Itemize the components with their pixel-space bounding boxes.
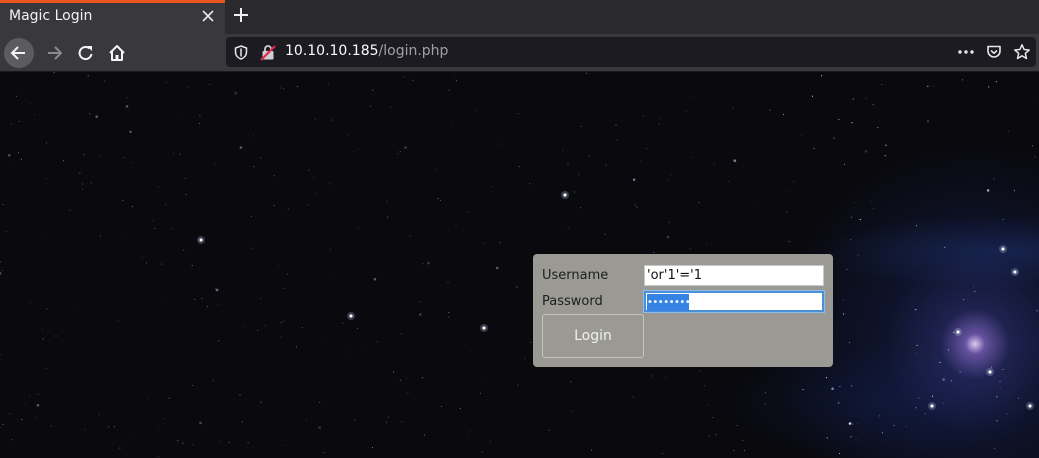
- url-text[interactable]: 10.10.10.185/login.php: [285, 43, 448, 59]
- tab-magic-login[interactable]: Magic Login: [0, 0, 225, 34]
- page-viewport: Username Password •••••••••• Login: [0, 72, 1039, 458]
- username-input[interactable]: [644, 265, 824, 286]
- plus-icon[interactable]: [230, 4, 252, 26]
- home-icon: [109, 45, 125, 61]
- forward-button[interactable]: [39, 38, 69, 68]
- url-bar[interactable]: 10.10.10.185/login.php: [226, 37, 1036, 67]
- close-icon[interactable]: [200, 8, 216, 24]
- password-input[interactable]: ••••••••••: [644, 291, 824, 312]
- forward-arrow-icon: [48, 46, 63, 60]
- tab-title: Magic Login: [9, 8, 93, 24]
- home-button[interactable]: [102, 38, 132, 68]
- pocket-icon[interactable]: [986, 44, 1002, 60]
- login-form: Username Password •••••••••• Login: [533, 254, 833, 367]
- password-masked-selection: ••••••••••: [647, 294, 689, 311]
- starfield-background: [0, 72, 1038, 457]
- star-icon[interactable]: [1013, 43, 1031, 61]
- url-host: 10.10.10.185: [285, 43, 379, 59]
- insecure-lock-icon[interactable]: [260, 44, 276, 61]
- back-button[interactable]: [4, 38, 34, 68]
- shield-icon[interactable]: [234, 45, 248, 60]
- nav-toolbar: 10.10.10.185/login.php: [0, 34, 1039, 72]
- reload-button[interactable]: [71, 38, 101, 68]
- more-icon[interactable]: [957, 44, 975, 60]
- reload-icon: [78, 46, 93, 61]
- username-label: Username: [542, 268, 609, 283]
- password-label: Password: [542, 294, 603, 309]
- back-arrow-icon: [10, 46, 25, 60]
- tab-strip: Magic Login: [0, 0, 1039, 34]
- url-path: /login.php: [378, 43, 449, 59]
- login-button[interactable]: Login: [542, 314, 644, 358]
